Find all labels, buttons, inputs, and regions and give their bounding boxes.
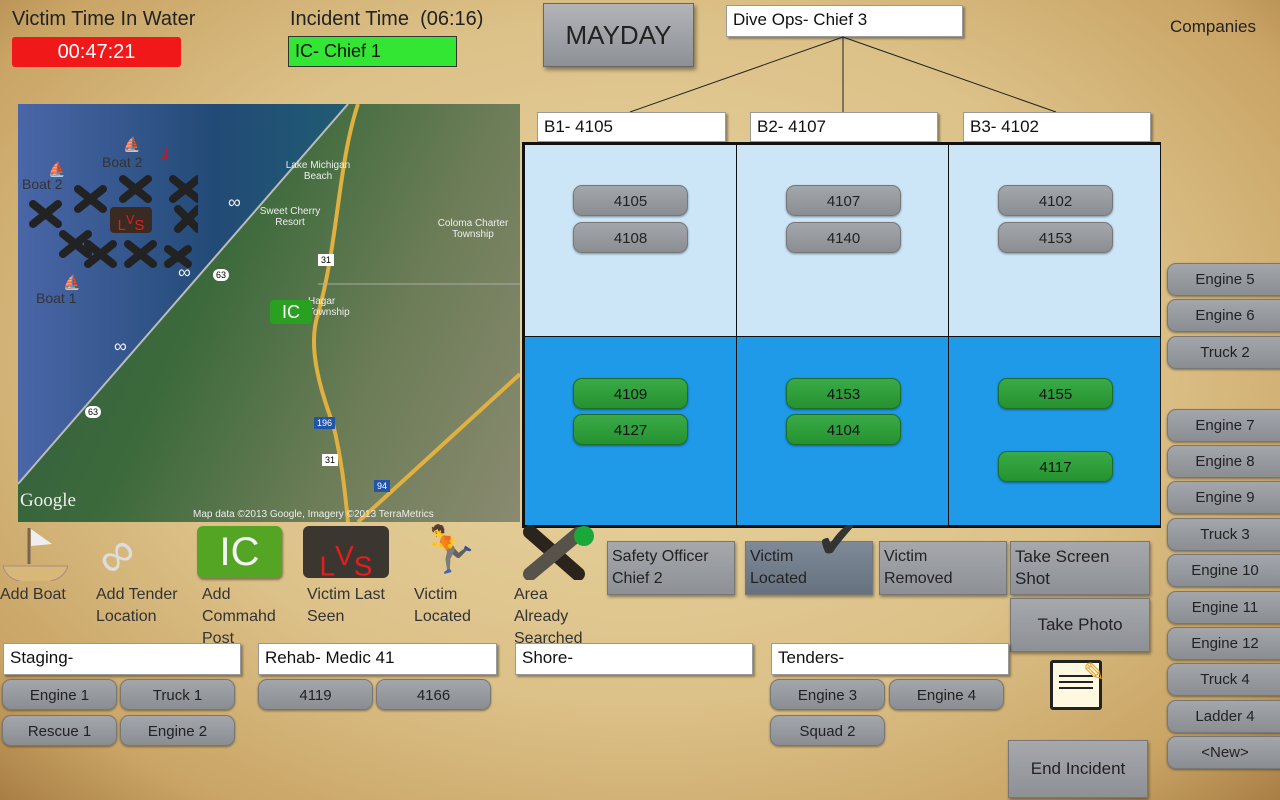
unit-pill[interactable]: 4102	[998, 185, 1113, 216]
notepad-icon[interactable]: ✎	[1050, 657, 1105, 710]
end-incident-button[interactable]: End Incident	[1008, 740, 1148, 798]
unit-pill[interactable]: 4107	[786, 185, 901, 216]
tenders-header[interactable]: Tenders-	[771, 643, 1009, 675]
diver-pill[interactable]: 4153	[786, 378, 901, 409]
victim-located-label: Victim Located	[414, 586, 471, 625]
tender-marker-icon[interactable]: ∞	[114, 336, 127, 357]
road-shield: 31	[318, 254, 335, 266]
tender-unit[interactable]: Squad 2	[770, 715, 885, 746]
rehab-unit[interactable]: 4166	[376, 679, 491, 710]
company-item[interactable]: Engine 11	[1167, 591, 1280, 624]
map-label: Lake Michigan Beach	[285, 160, 351, 182]
boat-marker[interactable]: Boat 1	[36, 290, 76, 306]
safety-officer-button[interactable]: Safety Officer Chief 2	[607, 541, 735, 595]
staging-unit[interactable]: Rescue 1	[2, 715, 117, 746]
take-screenshot-button[interactable]: Take Screen Shot	[1010, 541, 1150, 595]
company-item[interactable]: Truck 2	[1167, 336, 1280, 369]
safety-officer-title: Safety Officer	[612, 548, 709, 565]
road-shield: 63	[85, 406, 102, 418]
lvs-marker[interactable]: LVS	[110, 207, 152, 234]
company-item[interactable]: Engine 7	[1167, 409, 1280, 442]
tender-unit[interactable]: Engine 4	[889, 679, 1004, 710]
pencil-icon: ✎	[1083, 657, 1105, 687]
tender-marker-icon[interactable]: ∞	[178, 262, 191, 283]
branch-header-b3[interactable]: B3- 4102	[963, 112, 1151, 142]
zone-b3-lower[interactable]	[948, 336, 1161, 526]
rehab-unit[interactable]: 4119	[258, 679, 373, 710]
lvs-s: S	[134, 217, 145, 234]
add-command-post-label: Add Commahd Post	[202, 586, 276, 647]
diver-pill[interactable]: 4127	[573, 414, 688, 445]
company-item[interactable]: Engine 9	[1167, 481, 1280, 514]
staging-header[interactable]: Staging-	[3, 643, 241, 675]
company-item[interactable]: Engine 12	[1167, 627, 1280, 660]
diver-pill[interactable]: 4109	[573, 378, 688, 409]
add-tender-label: Add Tender Location	[96, 586, 178, 625]
map-label: Hagar Township	[308, 296, 350, 318]
victim-located-line2: Located	[750, 570, 807, 587]
safety-officer-name: Chief 2	[612, 570, 663, 587]
road-shield: 94	[374, 480, 391, 492]
map-label: Sweet Cherry Resort	[259, 206, 321, 228]
add-boat-label: Add Boat	[0, 586, 66, 603]
x-searched-icon[interactable]	[520, 524, 596, 580]
unit-pill[interactable]: 4105	[573, 185, 688, 216]
staging-unit[interactable]: Engine 1	[2, 679, 117, 710]
tender-unit[interactable]: Engine 3	[770, 679, 885, 710]
map-view[interactable]: Lake Michigan Beach Sweet Cherry Resort …	[18, 104, 520, 522]
victim-removed-line2: Removed	[884, 570, 953, 587]
diver-pill[interactable]: 4117	[998, 451, 1113, 482]
new-company-button[interactable]: <New>	[1167, 736, 1280, 769]
staging-unit[interactable]: Engine 2	[120, 715, 235, 746]
company-item[interactable]: Engine 5	[1167, 263, 1280, 296]
take-photo-button[interactable]: Take Photo	[1010, 598, 1150, 652]
lvs-l: L	[117, 217, 126, 234]
add-boat-button[interactable]	[2, 526, 69, 583]
lvs-icon[interactable]: LVS	[303, 526, 389, 581]
company-item[interactable]: Engine 10	[1167, 554, 1280, 587]
boat-icon: ⛵	[123, 136, 141, 152]
unit-pill[interactable]: 4153	[998, 222, 1113, 253]
area-searched-label: Area Already Searched	[514, 586, 583, 647]
map-label: Coloma Charter Township	[437, 218, 509, 240]
map-attribution: Map data ©2013 Google, Imagery ©2013 Ter…	[193, 509, 434, 520]
company-item[interactable]: Ladder 4	[1167, 700, 1280, 733]
victim-removed-line1: Victim	[884, 548, 928, 565]
victim-last-seen-label: Victim Last Seen	[307, 586, 385, 625]
company-item[interactable]: Engine 6	[1167, 299, 1280, 332]
screenshot-line1: Take Screen	[1015, 547, 1110, 566]
tender-marker-icon[interactable]: ∞	[228, 192, 241, 213]
screenshot-line2: Shot	[1015, 569, 1050, 588]
command-post-marker[interactable]: IC	[270, 300, 312, 324]
diver-pill[interactable]: 4155	[998, 378, 1113, 409]
rehab-header[interactable]: Rehab- Medic 41	[258, 643, 497, 675]
rope-knot-icon[interactable]: ∞	[84, 521, 149, 588]
unit-pill[interactable]: 4140	[786, 222, 901, 253]
checkmark-icon: ✔	[816, 512, 860, 570]
branch-header-b1[interactable]: B1- 4105	[537, 112, 726, 142]
victim-located-button[interactable]: Victim Located ✔	[745, 515, 873, 595]
company-item[interactable]: Engine 8	[1167, 445, 1280, 478]
map-terrain	[18, 104, 520, 522]
google-logo: Google	[20, 490, 76, 511]
staging-unit[interactable]: Truck 1	[120, 679, 235, 710]
org-lines	[629, 36, 1057, 113]
diver-pill[interactable]: 4104	[786, 414, 901, 445]
company-item[interactable]: Truck 4	[1167, 663, 1280, 696]
add-command-post-button[interactable]: IC	[197, 526, 282, 578]
shore-header[interactable]: Shore-	[515, 643, 753, 675]
boat-icon	[2, 528, 69, 583]
branch-header-b2[interactable]: B2- 4107	[750, 112, 938, 142]
road-shield: 63	[213, 269, 230, 281]
road-shield: 31	[322, 454, 339, 466]
boat-marker[interactable]: Boat 2	[102, 154, 142, 170]
road-shield: 196	[314, 417, 336, 429]
victim-removed-button[interactable]: Victim Removed	[879, 541, 1007, 595]
company-item[interactable]: Truck 3	[1167, 518, 1280, 551]
unit-pill[interactable]: 4108	[573, 222, 688, 253]
